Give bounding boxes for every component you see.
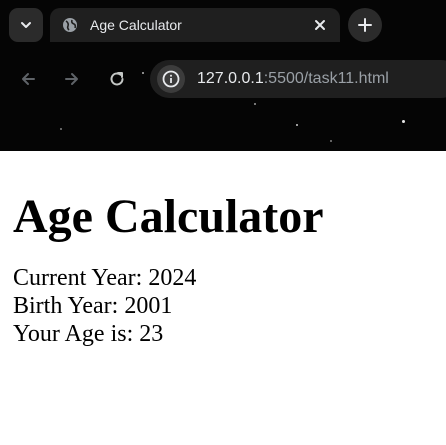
age-result-text: Your Age is: 23 <box>13 321 164 347</box>
theme-star <box>402 120 405 123</box>
arrow-left-icon <box>22 73 35 85</box>
browser-chrome: Age Calculator 127.0.0.1:5500/task11.htm… <box>0 0 446 151</box>
new-tab-button[interactable] <box>348 8 382 42</box>
address-bar[interactable]: 127.0.0.1:5500/task11.html <box>150 60 446 98</box>
theme-star <box>330 140 332 142</box>
url-host: 127.0.0.1 <box>197 70 264 87</box>
close-icon[interactable] <box>313 18 327 32</box>
reload-button[interactable] <box>105 67 129 91</box>
theme-star <box>60 128 62 130</box>
current-year-text: Current Year: 2024 <box>13 265 197 291</box>
age-results: Current Year: 2024 Birth Year: 2001 Your… <box>13 264 433 348</box>
arrow-right-icon <box>65 73 78 85</box>
birth-year-text: Birth Year: 2001 <box>13 293 173 319</box>
chevron-down-icon <box>21 22 31 28</box>
browser-toolbar: 127.0.0.1:5500/task11.html <box>0 50 446 110</box>
back-button[interactable] <box>16 67 40 91</box>
browser-tab[interactable]: Age Calculator <box>50 8 340 42</box>
url-text[interactable]: 127.0.0.1:5500/task11.html <box>197 70 389 88</box>
theme-star <box>296 124 298 126</box>
page-title: Age Calculator <box>13 190 324 243</box>
globe-icon <box>63 18 77 32</box>
tab-title: Age Calculator <box>90 17 182 33</box>
info-icon <box>162 70 180 88</box>
plus-icon <box>358 18 372 32</box>
tab-search-button[interactable] <box>9 8 43 42</box>
forward-button[interactable] <box>60 67 84 91</box>
reload-icon <box>110 72 124 86</box>
site-info-button[interactable] <box>157 65 185 93</box>
url-path: :5500/task11.html <box>263 70 389 87</box>
page-content: Age Calculator Current Year: 2024 Birth … <box>13 151 433 348</box>
